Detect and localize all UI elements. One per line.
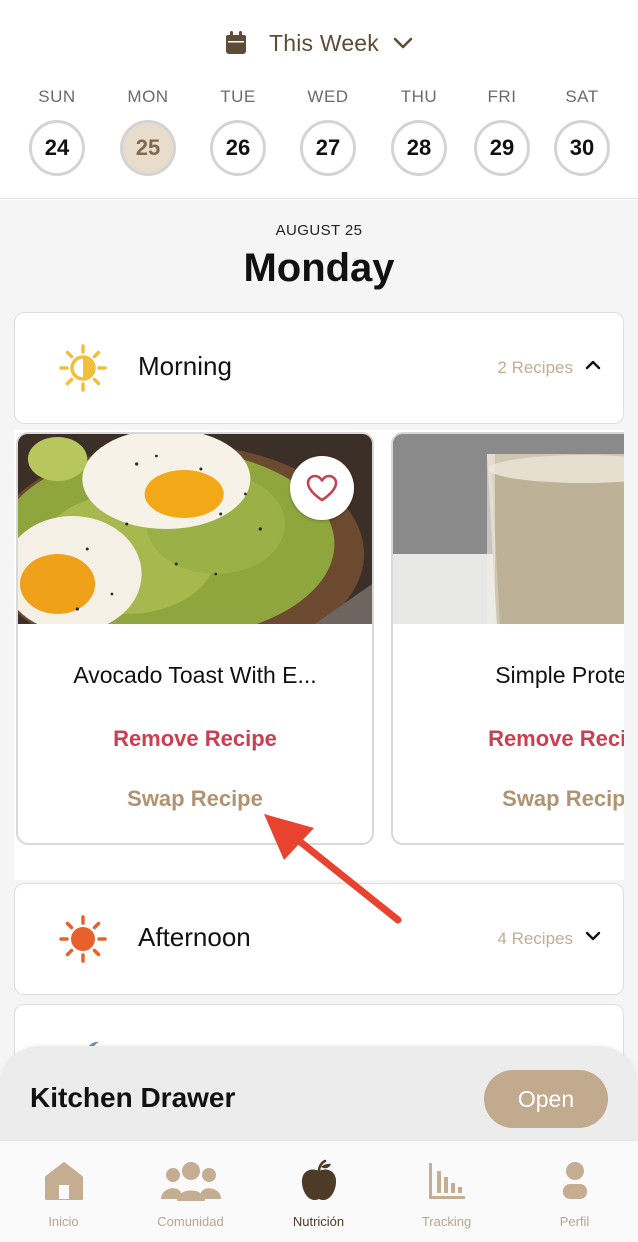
recipe-title: Avocado Toast With E... [73,662,317,688]
nav-item-perfil[interactable]: Perfil [511,1141,638,1242]
chevron-down-icon [585,931,601,941]
recipe-card[interactable]: Avocado Toast With E... Remove Recipe Sw… [16,432,374,845]
day-name: SUN [38,87,76,106]
meal-title: Afternoon [138,922,251,952]
meal-header-afternoon[interactable]: Afternoon 4 Recipes [15,884,625,992]
day-strip: SUN 24 MON 25 TUE 26 WED 27 THU 28 FRI 2… [0,86,638,186]
kitchen-drawer[interactable]: Kitchen Drawer Open [0,1046,638,1146]
heart-icon [306,474,338,502]
recipe-count: 4 Recipes [497,929,573,948]
nav-item-tracking[interactable]: Tracking [383,1141,510,1242]
day-name: TUE [220,87,256,106]
sun-half-icon [59,344,107,392]
day-number: 26 [210,120,266,176]
day-number: 24 [29,120,85,176]
day-wed[interactable]: WED 27 [288,86,368,182]
drawer-title: Kitchen Drawer [30,1082,236,1113]
open-drawer-button[interactable]: Open [484,1070,608,1128]
nav-label: Comunidad [157,1214,224,1229]
swap-recipe-button[interactable]: Swap Recipe [393,786,624,812]
recipe-count: 2 Recipes [497,358,573,377]
meal-title: Morning [138,351,232,381]
day-number: 30 [554,120,610,176]
chevron-up-icon [585,360,601,370]
day-thu[interactable]: THU 28 [379,86,459,182]
recipe-carousel[interactable]: Avocado Toast With E... Remove Recipe Sw… [14,430,624,880]
chart-icon [429,1163,465,1199]
remove-recipe-button[interactable]: Remove Recipe [393,726,624,752]
nav-label: Perfil [559,1214,590,1229]
week-selector[interactable]: This Week [0,24,638,62]
nav-label: Nutrición [292,1214,345,1229]
day-tue[interactable]: TUE 26 [198,86,278,182]
day-number: 25 [120,120,176,176]
day-number: 27 [300,120,356,176]
day-name: THU [400,87,438,106]
day-name: SAT [565,87,599,106]
day-sat[interactable]: SAT 30 [542,86,622,182]
chevron-down-icon [393,37,413,49]
apple-icon [301,1159,337,1201]
day-fri[interactable]: FRI 29 [462,86,542,182]
remove-recipe-button[interactable]: Remove Recipe [18,726,372,752]
day-name: WED [307,87,349,106]
week-label: This Week [268,29,380,56]
date-subtitle: AUGUST 25 [275,222,363,239]
recipe-card[interactable]: Simple Protein Remove Recipe Swap Recipe [391,432,624,845]
recipe-image [393,434,624,624]
day-mon[interactable]: MON 25 [108,86,188,182]
week-header: This Week SUN 24 MON 25 TUE 26 WED 27 TH… [0,0,638,199]
day-name: MON [127,87,169,106]
community-icon [161,1162,221,1201]
home-icon [45,1162,83,1200]
favorite-button[interactable] [290,456,354,520]
nav-label: Tracking [421,1214,472,1229]
sun-icon [59,915,107,963]
meal-header-morning[interactable]: Morning 2 Recipes [15,313,625,421]
day-number: 29 [474,120,530,176]
nav-label: Inicio [48,1214,79,1229]
meal-section-morning: Morning 2 Recipes [14,312,624,424]
page-title: Monday [243,246,395,290]
nav-item-comunidad[interactable]: Comunidad [127,1141,254,1242]
calendar-icon [225,31,246,54]
day-number: 28 [391,120,447,176]
swap-recipe-button[interactable]: Swap Recipe [18,786,372,812]
profile-icon [563,1162,587,1199]
meal-section-afternoon: Afternoon 4 Recipes [14,883,624,995]
day-name: FRI [487,87,517,106]
nav-item-inicio[interactable]: Inicio [0,1141,127,1242]
bottom-nav: Inicio Comunidad Nutrición Tracking Perf… [0,1140,638,1242]
recipe-title: Simple Protein [495,662,624,688]
nav-item-nutricion[interactable]: Nutrición [255,1141,382,1242]
day-sun[interactable]: SUN 24 [17,86,97,182]
